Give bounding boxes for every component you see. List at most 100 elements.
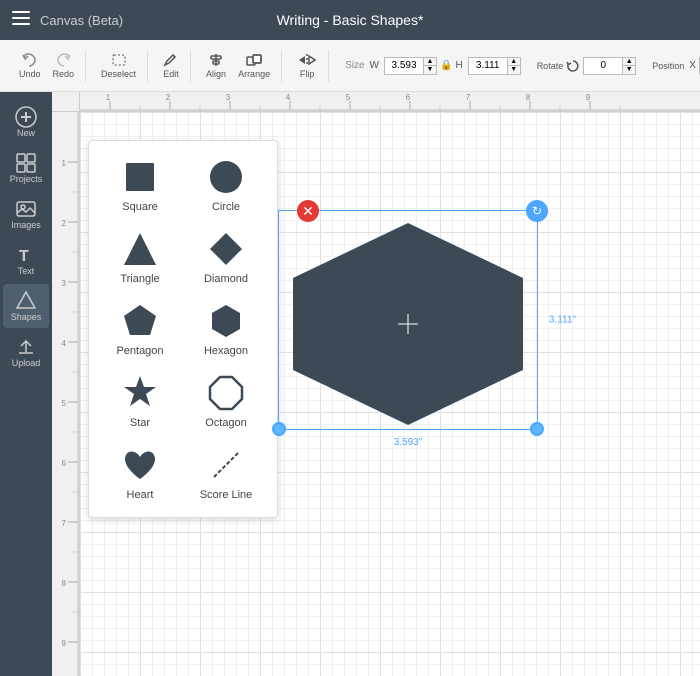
redo-button[interactable]: Redo bbox=[48, 50, 80, 82]
projects-icon bbox=[15, 152, 37, 174]
shape-item-scoreline[interactable]: Score Line bbox=[187, 441, 265, 505]
shapes-grid: Square Circle Triangle bbox=[101, 153, 265, 505]
shape-item-triangle[interactable]: Triangle bbox=[101, 225, 179, 289]
pentagon-preview bbox=[120, 301, 160, 341]
sidebar-text-label: Text bbox=[18, 266, 35, 276]
hexagon-label: Hexagon bbox=[204, 345, 248, 357]
grid-canvas[interactable]: Square Circle Triangle bbox=[80, 112, 700, 676]
ruler-vertical: 1 2 3 4 5 6 7 8 9 bbox=[52, 112, 80, 676]
svg-text:4: 4 bbox=[286, 93, 291, 102]
width-input[interactable]: 3.593 bbox=[385, 58, 423, 74]
pentagon-label: Pentagon bbox=[116, 345, 163, 357]
ruler-h-svg: 1 2 3 4 5 6 7 8 9 bbox=[80, 92, 700, 111]
sidebar-item-projects[interactable]: Projects bbox=[3, 146, 49, 190]
svg-text:8: 8 bbox=[526, 93, 531, 102]
undo-button[interactable]: Undo bbox=[14, 50, 46, 82]
svg-text:3: 3 bbox=[226, 93, 231, 102]
height-spin-down[interactable]: ▼ bbox=[508, 66, 520, 74]
heart-label: Heart bbox=[127, 489, 154, 501]
shape-item-hexagon[interactable]: Hexagon bbox=[187, 297, 265, 361]
canvas-area[interactable]: 1 2 3 4 5 6 7 8 9 bbox=[52, 92, 700, 676]
shape-item-diamond[interactable]: Diamond bbox=[187, 225, 265, 289]
width-spin-up[interactable]: ▲ bbox=[424, 58, 436, 67]
svg-text:9: 9 bbox=[62, 639, 67, 648]
width-spin-down[interactable]: ▼ bbox=[424, 66, 436, 74]
size-group: Size W 3.593 ▲ ▼ 🔒 H 3.111 ▲ ▼ bbox=[345, 57, 521, 75]
height-input[interactable]: 3.111 bbox=[469, 58, 507, 74]
flip-button[interactable]: Flip bbox=[292, 50, 322, 82]
width-input-box: 3.593 ▲ ▼ bbox=[384, 57, 437, 75]
deselect-button[interactable]: Deselect bbox=[96, 50, 141, 82]
diamond-preview bbox=[206, 229, 246, 269]
width-label: W bbox=[370, 60, 379, 71]
rotate-spin-down[interactable]: ▼ bbox=[623, 66, 635, 74]
toolbar: Undo Redo Deselect Edit bbox=[0, 40, 700, 92]
star-preview bbox=[120, 373, 160, 413]
circle-preview bbox=[206, 157, 246, 197]
diamond-label: Diamond bbox=[204, 273, 248, 285]
shape-item-octagon[interactable]: Octagon bbox=[187, 369, 265, 433]
rotate-group: Rotate 0 ▲ ▼ bbox=[537, 57, 637, 75]
square-preview bbox=[120, 157, 160, 197]
height-spin-up[interactable]: ▲ bbox=[508, 58, 520, 67]
x-label: X bbox=[689, 60, 696, 71]
heart-preview bbox=[120, 445, 160, 485]
toolbar-flip: Flip bbox=[286, 50, 329, 82]
sidebar-item-shapes[interactable]: Shapes bbox=[3, 284, 49, 328]
menu-icon[interactable] bbox=[12, 11, 30, 30]
toolbar-deselect: Deselect bbox=[90, 50, 148, 82]
rotate-spin-up[interactable]: ▲ bbox=[623, 58, 635, 67]
svg-text:T: T bbox=[19, 248, 29, 265]
toolbar-edit: Edit bbox=[152, 50, 191, 82]
hexagon-small-preview bbox=[206, 301, 246, 341]
scoreline-label: Score Line bbox=[200, 489, 253, 501]
text-icon: T bbox=[15, 244, 37, 266]
ruler-v-svg: 1 2 3 4 5 6 7 8 9 bbox=[52, 112, 79, 676]
svg-text:5: 5 bbox=[346, 93, 351, 102]
shape-item-star[interactable]: Star bbox=[101, 369, 179, 433]
circle-label: Circle bbox=[212, 201, 240, 213]
star-label: Star bbox=[130, 417, 150, 429]
rotate-icon bbox=[566, 59, 580, 73]
svg-text:9: 9 bbox=[586, 93, 591, 102]
sidebar-item-text[interactable]: T Text bbox=[3, 238, 49, 282]
octagon-label: Octagon bbox=[205, 417, 247, 429]
sidebar-images-label: Images bbox=[11, 220, 41, 230]
sidebar-item-new[interactable]: New bbox=[3, 100, 49, 144]
octagon-preview bbox=[206, 373, 246, 413]
sidebar-projects-label: Projects bbox=[10, 174, 43, 184]
hexagon-selected[interactable]: ✕ ↻ 3.111" 3.593" bbox=[278, 210, 538, 430]
lock-icon[interactable]: 🔒 bbox=[440, 60, 452, 71]
svg-text:5: 5 bbox=[62, 399, 67, 408]
scoreline-preview bbox=[206, 445, 246, 485]
shape-item-circle[interactable]: Circle bbox=[187, 153, 265, 217]
handle-bottom-right[interactable] bbox=[530, 422, 544, 436]
svg-text:2: 2 bbox=[166, 93, 171, 102]
svg-text:6: 6 bbox=[62, 459, 67, 468]
svg-text:1: 1 bbox=[106, 93, 111, 102]
images-icon bbox=[15, 198, 37, 220]
toolbar-align: Align Arrange bbox=[195, 50, 282, 82]
edit-button[interactable]: Edit bbox=[158, 50, 184, 82]
width-dimension-label: 3.593" bbox=[394, 437, 423, 448]
hexagon-shape[interactable] bbox=[286, 218, 530, 430]
shape-item-pentagon[interactable]: Pentagon bbox=[101, 297, 179, 361]
svg-text:2: 2 bbox=[62, 219, 67, 228]
shape-item-square[interactable]: Square bbox=[101, 153, 179, 217]
shape-item-heart[interactable]: Heart bbox=[101, 441, 179, 505]
size-label: Size bbox=[345, 60, 364, 71]
svg-text:1: 1 bbox=[62, 159, 67, 168]
header: Canvas (Beta) Writing - Basic Shapes* bbox=[0, 0, 700, 40]
align-button[interactable]: Align bbox=[201, 50, 231, 82]
sidebar-item-upload[interactable]: Upload bbox=[3, 330, 49, 374]
position-group: Position X 3.944 ▲ ▼ Y 1.25 ▲ ▼ bbox=[652, 57, 700, 75]
rotate-input[interactable]: 0 bbox=[584, 58, 622, 74]
sidebar-upload-label: Upload bbox=[12, 358, 41, 368]
shapes-icon bbox=[15, 290, 37, 312]
main-area: New Projects Images T Text bbox=[0, 92, 700, 676]
svg-text:7: 7 bbox=[466, 93, 471, 102]
arrange-button[interactable]: Arrange bbox=[233, 50, 275, 82]
sidebar-item-images[interactable]: Images bbox=[3, 192, 49, 236]
handle-bottom-left[interactable] bbox=[272, 422, 286, 436]
sidebar: New Projects Images T Text bbox=[0, 92, 52, 676]
